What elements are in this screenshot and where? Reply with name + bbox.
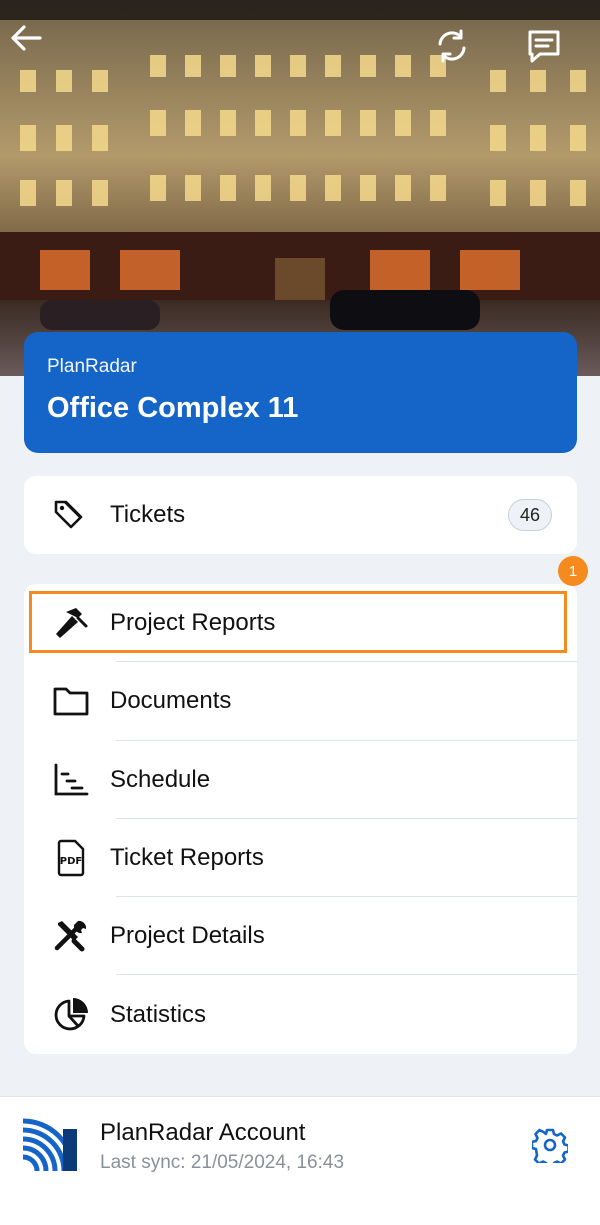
menu-item-ticket-reports[interactable]: PDF Ticket Reports xyxy=(24,819,577,898)
menu-item-label: Schedule xyxy=(110,765,211,793)
menu-item-project-details[interactable]: Project Details xyxy=(24,897,577,976)
menu-item-statistics[interactable]: Statistics xyxy=(24,975,577,1053)
chat-button[interactable] xyxy=(526,28,578,80)
tickets-count-badge: 46 xyxy=(508,499,552,531)
arrow-left-icon xyxy=(11,25,42,51)
planradar-logo xyxy=(23,1117,77,1171)
back-button[interactable] xyxy=(10,24,62,76)
menu-item-label: Project Reports xyxy=(110,609,276,637)
settings-button[interactable] xyxy=(528,1123,572,1167)
project-cover-image xyxy=(0,0,600,376)
menu-item-label: Statistics xyxy=(110,1000,207,1028)
menu-item-schedule[interactable]: Schedule xyxy=(24,741,577,819)
last-sync-text: Last sync: 21/05/2024, 16:43 xyxy=(100,1152,345,1173)
gear-icon xyxy=(532,1128,568,1163)
gantt-icon xyxy=(52,761,90,799)
account-footer[interactable]: PlanRadar Account Last sync: 21/05/2024,… xyxy=(0,1096,600,1225)
tickets-card: Tickets 46 xyxy=(24,476,577,554)
tag-icon xyxy=(52,496,90,534)
menu-item-label: Project Details xyxy=(110,922,265,950)
menu-item-documents[interactable]: Documents xyxy=(24,662,577,741)
tools-icon xyxy=(52,917,90,955)
notification-badge: 1 xyxy=(558,556,588,586)
chat-icon xyxy=(528,30,560,63)
sync-button[interactable] xyxy=(434,28,486,80)
project-title: Office Complex 11 xyxy=(47,392,299,424)
pie-chart-icon xyxy=(52,996,90,1034)
menu-item-label: Ticket Reports xyxy=(110,844,264,872)
account-title: PlanRadar Account xyxy=(100,1119,306,1146)
organization-name: PlanRadar xyxy=(47,356,137,377)
folder-icon xyxy=(52,682,90,720)
menu-item-project-reports[interactable]: Project Reports xyxy=(24,584,577,663)
building-illustration xyxy=(0,0,600,376)
project-menu-card: Project Reports Documents Schedule PDF T… xyxy=(24,584,577,1054)
tickets-label: Tickets xyxy=(110,501,186,528)
hammer-icon xyxy=(52,604,90,642)
menu-item-label: Documents xyxy=(110,687,232,715)
project-header-card: PlanRadar Office Complex 11 xyxy=(24,332,577,453)
svg-text:PDF: PDF xyxy=(60,856,82,867)
refresh-icon xyxy=(438,29,466,63)
tickets-item[interactable]: Tickets 46 xyxy=(24,476,577,554)
pdf-icon: PDF xyxy=(52,839,90,877)
